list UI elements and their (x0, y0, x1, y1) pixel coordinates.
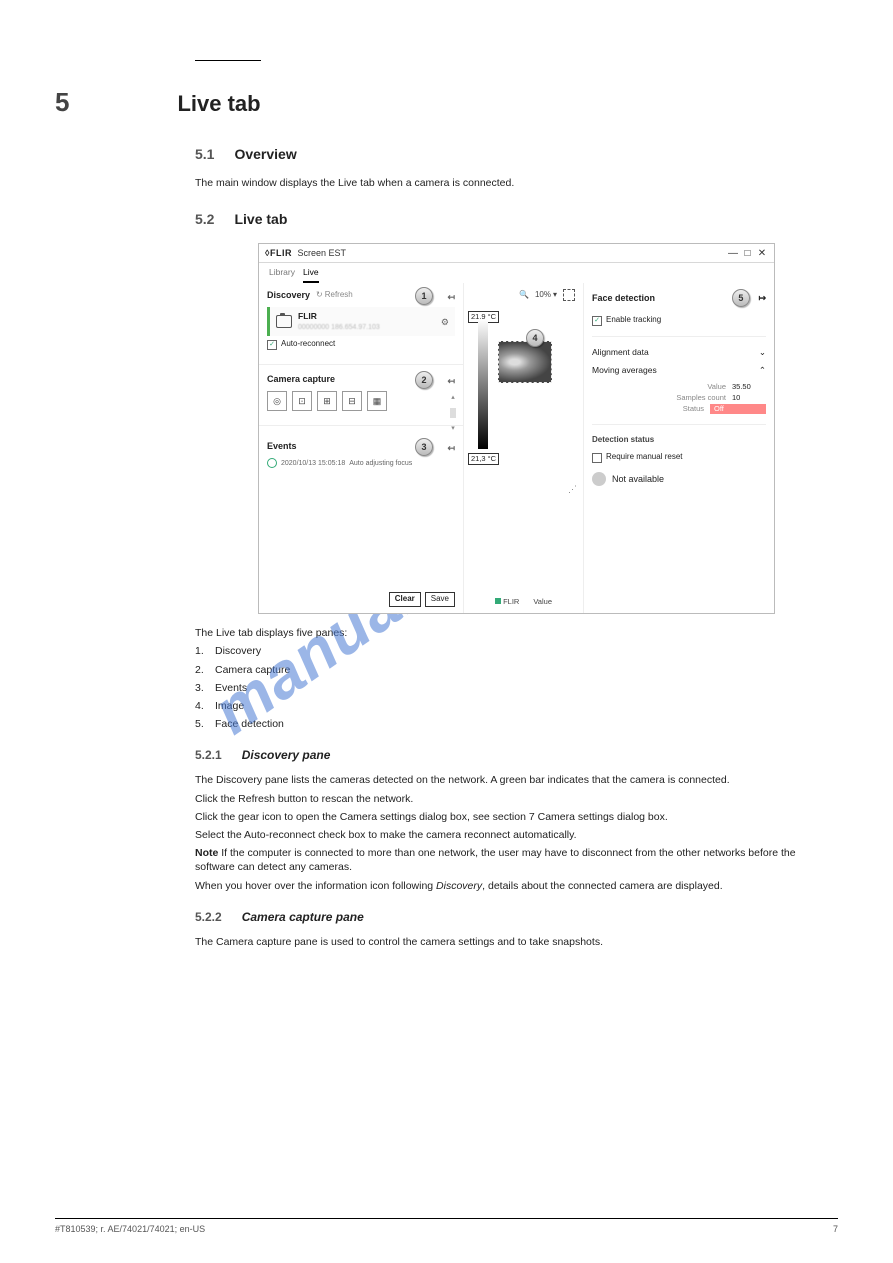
paragraph: Click the gear icon to open the Camera s… (195, 810, 838, 824)
paragraph: The Camera capture pane is used to contr… (195, 935, 838, 949)
section-title: Live tab (234, 210, 287, 229)
panes-list: 1.Discovery 2.Camera capture 3.Events 4.… (195, 644, 838, 731)
samples-val: 10 (732, 393, 766, 403)
paragraph: The Live tab displays five panes: (195, 626, 838, 640)
status-val: Off (710, 404, 766, 414)
chevron-up-icon: ⌃ (759, 365, 766, 376)
face-detection-heading: Face detection (592, 292, 655, 304)
page-number: 7 (833, 1223, 838, 1235)
paragraph: Click the Refresh button to rescan the n… (195, 792, 838, 806)
enable-tracking-checkbox[interactable]: ✓ Enable tracking (592, 315, 661, 326)
minimize-icon[interactable]: — (727, 249, 739, 259)
page-title: Live tab (177, 89, 260, 119)
right-column: Face detection 5 ↦ ✓ Enable tracking Ali… (584, 283, 774, 613)
titlebar: ◊FLIR Screen EST — □ ✕ (259, 244, 774, 263)
clear-button[interactable]: Clear (389, 592, 421, 607)
app-window: ◊FLIR Screen EST — □ ✕ Library Live (258, 243, 775, 615)
samples-key: Samples count (676, 393, 726, 403)
alignment-data-row[interactable]: Alignment data ⌄ (592, 347, 766, 358)
capture-focus-icon[interactable]: ⊡ (292, 391, 312, 411)
require-reset-label: Require manual reset (606, 452, 682, 463)
fullscreen-icon[interactable] (563, 289, 575, 301)
section-title: Discovery pane (242, 747, 331, 763)
thermal-preview[interactable] (498, 341, 552, 383)
value-key: Value (707, 382, 726, 392)
callout-1: 1 (415, 287, 433, 305)
temp-bottom-badge: 21,3 °C (468, 453, 499, 465)
events-heading: Events (267, 440, 297, 452)
tab-live[interactable]: Live (303, 267, 319, 283)
legend-swatch (495, 598, 501, 604)
refresh-icon[interactable]: ↻ (316, 290, 323, 301)
footer-doc-id: #T810539; r. AE/74021/74021; en-US (55, 1223, 205, 1235)
require-reset-checkbox[interactable]: Require manual reset (592, 452, 682, 463)
detection-status-heading: Detection status (592, 435, 766, 446)
capture-settings-icon[interactable]: ◎ (267, 391, 287, 411)
device-name: FLIR (298, 311, 435, 322)
refresh-label[interactable]: Refresh (325, 290, 353, 301)
search-icon[interactable]: 🔍 (519, 290, 529, 301)
discovery-heading: Discovery (267, 289, 310, 301)
collapse-icon[interactable]: ↤ (447, 375, 455, 387)
center-column: 🔍 10%▾ 21,9 °C 4 21,3 °C ⋰ FLIR Value (464, 283, 584, 613)
availability-indicator: Not available (592, 472, 766, 486)
callout-5: 5 (732, 289, 750, 307)
not-available-label: Not available (612, 473, 664, 485)
camera-capture-heading: Camera capture (267, 373, 335, 385)
wave-icon[interactable]: ⋰ (568, 483, 577, 495)
tab-library[interactable]: Library (269, 267, 295, 283)
section-number: 5.2 (195, 210, 214, 229)
status-key: Status (683, 404, 704, 414)
chevron-down-icon: ⌄ (759, 347, 766, 358)
gear-icon[interactable]: ⚙ (441, 316, 449, 328)
zoom-dropdown[interactable]: 10%▾ (535, 290, 557, 301)
legend-cam: FLIR (503, 597, 519, 606)
device-id: 00000000 186.654.97.103 (298, 323, 435, 332)
camera-icon (276, 315, 292, 328)
legend-value: Value (533, 597, 552, 607)
paragraph: When you hover over the information icon… (195, 879, 838, 893)
paragraph: The Discovery pane lists the cameras det… (195, 773, 838, 787)
maximize-icon[interactable]: □ (741, 249, 753, 259)
event-message: Auto adjusting focus (349, 459, 412, 468)
auto-reconnect-checkbox[interactable]: ✓ Auto-reconnect (267, 339, 335, 350)
value-val: 35.50 (732, 382, 766, 392)
callout-3: 3 (415, 438, 433, 456)
scrollbar[interactable]: ▴▾ (449, 393, 457, 433)
enable-tracking-label: Enable tracking (606, 315, 661, 326)
close-icon[interactable]: ✕ (756, 249, 768, 259)
chapter-number: 5 (55, 85, 69, 120)
paragraph: The main window displays the Live tab wh… (195, 176, 838, 190)
callout-2: 2 (415, 371, 433, 389)
section-title: Overview (234, 145, 296, 164)
expand-icon[interactable]: ↦ (758, 293, 766, 303)
moving-averages-row[interactable]: Moving averages ⌃ (592, 365, 766, 376)
event-row: 2020/10/13 15:05:18 Auto adjusting focus (267, 458, 455, 468)
collapse-icon[interactable]: ↤ (447, 442, 455, 454)
section-number: 5.1 (195, 145, 214, 164)
capture-range-icon[interactable]: ⊟ (342, 391, 362, 411)
save-button[interactable]: Save (425, 592, 455, 607)
brand-logo: ◊FLIR (265, 248, 292, 258)
left-column: Discovery ↻ Refresh 1 ↤ FLIR (259, 283, 464, 613)
capture-af-icon[interactable]: ⊞ (317, 391, 337, 411)
info-icon (267, 458, 277, 468)
auto-reconnect-label: Auto-reconnect (281, 339, 335, 350)
temperature-gradient (478, 319, 488, 449)
status-dot-icon (592, 472, 606, 486)
section-title: Camera capture pane (242, 909, 364, 925)
paragraph: Select the Auto-reconnect check box to m… (195, 828, 838, 842)
capture-snapshot-icon[interactable]: ▦ (367, 391, 387, 411)
section-number: 5.2.1 (195, 747, 222, 763)
collapse-icon[interactable]: ↤ (447, 291, 455, 303)
chevron-down-icon: ▾ (553, 290, 557, 301)
event-timestamp: 2020/10/13 15:05:18 (281, 459, 345, 468)
device-row[interactable]: FLIR 00000000 186.654.97.103 ⚙ (267, 307, 455, 336)
note: Note If the computer is connected to mor… (195, 846, 838, 874)
app-name: Screen EST (297, 248, 346, 258)
section-number: 5.2.2 (195, 909, 222, 925)
